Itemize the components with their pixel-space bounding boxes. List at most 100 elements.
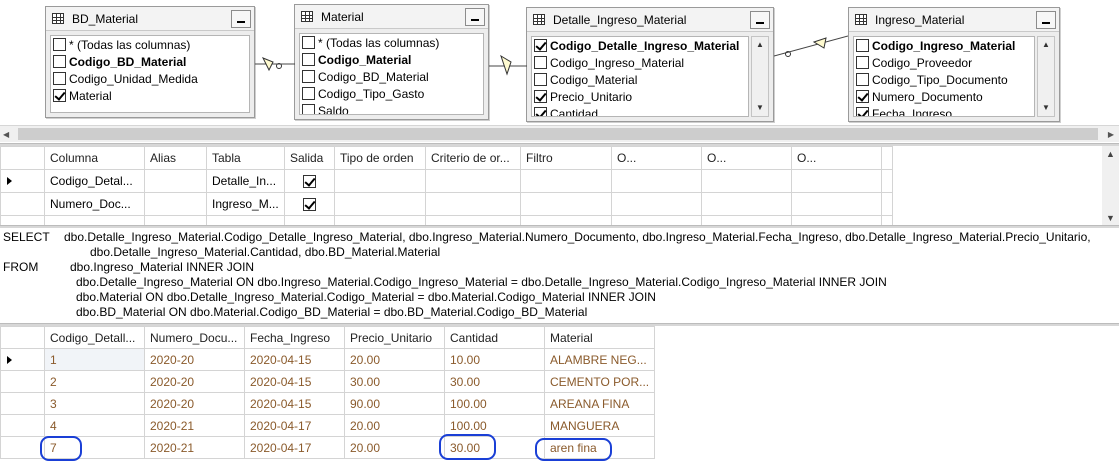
- table-material[interactable]: Material * (Todas las columnas) Codigo_Mat…: [294, 4, 489, 120]
- criteria-empty-cell[interactable]: [881, 192, 893, 216]
- criteria-column-header[interactable]: Columna: [44, 146, 145, 170]
- criteria-empty-cell[interactable]: [791, 192, 882, 216]
- column-checkbox[interactable]: [302, 70, 315, 83]
- criteria-empty-cell[interactable]: [520, 169, 612, 193]
- table-title-bar[interactable]: Detalle_Ingreso_Material: [527, 8, 773, 32]
- criteria-column-header[interactable]: Salida: [284, 146, 335, 170]
- results-cell[interactable]: 2020-04-15: [244, 348, 345, 371]
- results-cell[interactable]: 10.00: [444, 348, 545, 371]
- criteria-salida-cell[interactable]: [284, 169, 335, 193]
- table-column-item[interactable]: Material: [51, 87, 249, 104]
- scroll-left-arrow-icon[interactable]: ◀: [3, 126, 9, 143]
- row-selector[interactable]: [0, 436, 45, 459]
- results-cell[interactable]: 20.00: [344, 414, 445, 437]
- results-cell[interactable]: 20.00: [344, 348, 445, 371]
- table-column-item[interactable]: Codigo_Ingreso_Material: [854, 37, 1034, 54]
- diagram-horizontal-scrollbar[interactable]: ◀ ▶: [0, 125, 1119, 142]
- table-column-item[interactable]: Fecha_Ingreso: [854, 105, 1034, 116]
- criteria-row[interactable]: Codigo_Detal... Detalle_In...: [0, 169, 893, 193]
- column-checkbox[interactable]: [856, 56, 869, 69]
- column-checkbox[interactable]: [534, 73, 547, 86]
- results-cell[interactable]: ALAMBRE NEG...: [543, 348, 656, 371]
- criteria-tabla-cell[interactable]: Detalle_In...: [206, 169, 285, 193]
- scroll-up-arrow-icon[interactable]: ▲: [1038, 37, 1054, 53]
- table-bd-material[interactable]: BD_Material * (Todas las columnas) Codigo_…: [45, 6, 255, 118]
- criteria-vertical-scrollbar[interactable]: ▲ ▼: [1102, 146, 1119, 226]
- table-title-bar[interactable]: BD_Material: [46, 7, 254, 31]
- criteria-column-header[interactable]: O...: [701, 146, 792, 170]
- criteria-empty-cell[interactable]: [701, 169, 792, 193]
- sql-text-line[interactable]: dbo.Ingreso_Material INNER JOIN: [70, 260, 254, 275]
- results-column-header[interactable]: Fecha_Ingreso: [244, 326, 345, 349]
- results-cell[interactable]: 1: [44, 348, 145, 371]
- criteria-columna-cell[interactable]: Codigo_Detal...: [44, 169, 145, 193]
- column-checkbox[interactable]: [856, 107, 869, 116]
- sql-text-line[interactable]: dbo.BD_Material ON dbo.Material.Codigo_B…: [76, 305, 587, 320]
- table-column-item[interactable]: * (Todas las columnas): [300, 34, 483, 51]
- table-title-bar[interactable]: Ingreso_Material: [849, 8, 1059, 32]
- table-row[interactable]: 1 2020-20 2020-04-15 20.00 10.00 ALAMBRE NEG.…: [0, 348, 656, 371]
- results-cell[interactable]: MANGUERA: [543, 414, 656, 437]
- results-cell[interactable]: 2020-04-15: [244, 392, 345, 415]
- row-selector[interactable]: [0, 169, 45, 193]
- row-selector[interactable]: [0, 348, 45, 371]
- criteria-tabla-cell[interactable]: Ingreso_M...: [206, 192, 285, 216]
- column-checkbox[interactable]: [856, 90, 869, 103]
- table-column-item[interactable]: Numero_Documento: [854, 88, 1034, 105]
- criteria-column-header[interactable]: Tipo de orden: [334, 146, 426, 170]
- criteria-alias-cell[interactable]: [144, 169, 207, 193]
- results-cell[interactable]: 3: [44, 392, 145, 415]
- scroll-up-arrow-icon[interactable]: ▲: [1102, 149, 1119, 159]
- row-selector[interactable]: [0, 370, 45, 393]
- scroll-right-arrow-icon[interactable]: ▶: [1108, 126, 1114, 143]
- results-column-header[interactable]: Cantidad: [444, 326, 545, 349]
- table-column-item[interactable]: Codigo_Material: [532, 71, 748, 88]
- criteria-column-header[interactable]: Filtro: [520, 146, 612, 170]
- table-detalle-ingreso-material[interactable]: Detalle_Ingreso_Material Codigo_Detalle_I…: [526, 7, 774, 122]
- table-row[interactable]: 4 2020-21 2020-04-17 20.00 100.00 MANGUERA: [0, 414, 656, 437]
- results-cell[interactable]: 2: [44, 370, 145, 393]
- results-pane[interactable]: Codigo_Detall... Numero_Docu... Fecha_Ingr…: [0, 326, 1119, 468]
- criteria-empty-cell[interactable]: [611, 192, 702, 216]
- minimize-button[interactable]: [231, 9, 251, 28]
- results-column-header[interactable]: Precio_Unitario: [344, 326, 445, 349]
- table-column-item[interactable]: Saldo: [300, 102, 483, 114]
- row-selector[interactable]: [0, 414, 45, 437]
- column-checkbox[interactable]: [53, 55, 66, 68]
- column-checkbox[interactable]: [856, 73, 869, 86]
- column-checkbox[interactable]: [534, 90, 547, 103]
- results-cell[interactable]: 2020-20: [144, 370, 245, 393]
- results-cell[interactable]: 2020-21: [144, 436, 245, 459]
- results-cell[interactable]: 100.00: [444, 392, 545, 415]
- row-selector[interactable]: [0, 392, 45, 415]
- table-ingreso-material[interactable]: Ingreso_Material Codigo_Ingreso_Material C…: [848, 7, 1060, 122]
- sql-text-line[interactable]: dbo.Material ON dbo.Detalle_Ingreso_Mate…: [76, 290, 656, 305]
- scroll-up-arrow-icon[interactable]: ▲: [752, 37, 768, 53]
- results-cell[interactable]: 20.00: [344, 436, 445, 459]
- table-column-item[interactable]: Codigo_Proveedor: [854, 54, 1034, 71]
- minimize-button[interactable]: [465, 7, 485, 26]
- results-cell[interactable]: 90.00: [344, 392, 445, 415]
- minimize-button[interactable]: [1036, 10, 1056, 29]
- column-checkbox[interactable]: [534, 56, 547, 69]
- criteria-empty-cell[interactable]: [334, 192, 426, 216]
- row-selector[interactable]: [0, 192, 45, 216]
- criteria-empty-cell[interactable]: [881, 169, 893, 193]
- table-column-item[interactable]: Precio_Unitario: [532, 88, 748, 105]
- criteria-column-header[interactable]: O...: [611, 146, 702, 170]
- column-checkbox[interactable]: [302, 87, 315, 100]
- results-cell[interactable]: 2020-21: [144, 414, 245, 437]
- results-cell[interactable]: AREANA FINA: [543, 392, 656, 415]
- minimize-button[interactable]: [750, 10, 770, 29]
- table-column-item[interactable]: * (Todas las columnas): [51, 36, 249, 53]
- output-checkbox[interactable]: [303, 198, 316, 212]
- results-cell[interactable]: 30.00: [344, 370, 445, 393]
- criteria-alias-cell[interactable]: [144, 192, 207, 216]
- sql-text-line[interactable]: dbo.Detalle_Ingreso_Material.Codigo_Deta…: [64, 230, 1091, 245]
- table-vertical-scrollbar[interactable]: ▲ ▼: [751, 36, 769, 117]
- column-checkbox[interactable]: [302, 36, 315, 49]
- column-checkbox[interactable]: [534, 39, 547, 52]
- scroll-down-arrow-icon[interactable]: ▼: [752, 100, 768, 116]
- results-cell[interactable]: 4: [44, 414, 145, 437]
- table-row[interactable]: 2 2020-20 2020-04-15 30.00 30.00 CEMENTO POR.…: [0, 370, 656, 393]
